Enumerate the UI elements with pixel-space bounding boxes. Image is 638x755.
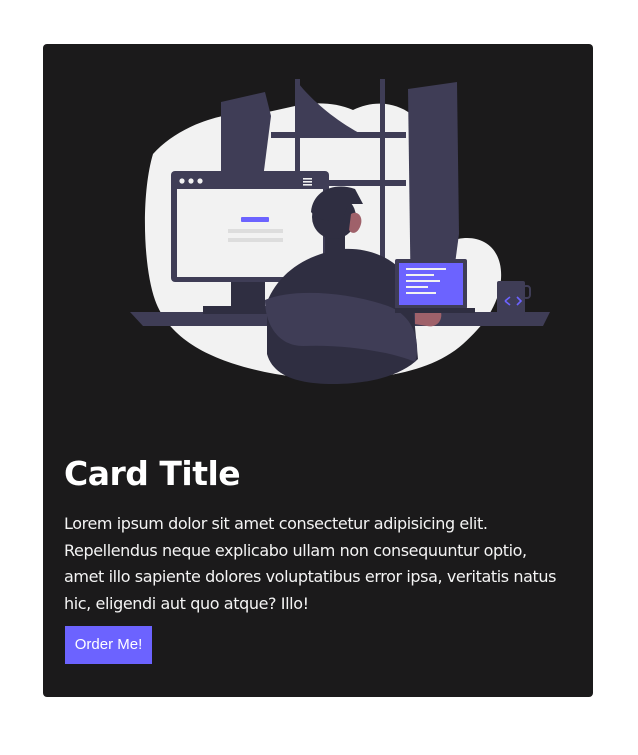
card: Card Title Lorem ipsum dolor sit amet co… [43,44,593,697]
card-text: Lorem ipsum dolor sit amet consectetur a… [64,514,557,613]
card-title: Card Title [64,454,241,493]
laptop [395,259,475,313]
mug [497,281,531,316]
developer-at-workstation-illustration [43,44,593,444]
order-button[interactable]: Order Me! [65,626,152,664]
